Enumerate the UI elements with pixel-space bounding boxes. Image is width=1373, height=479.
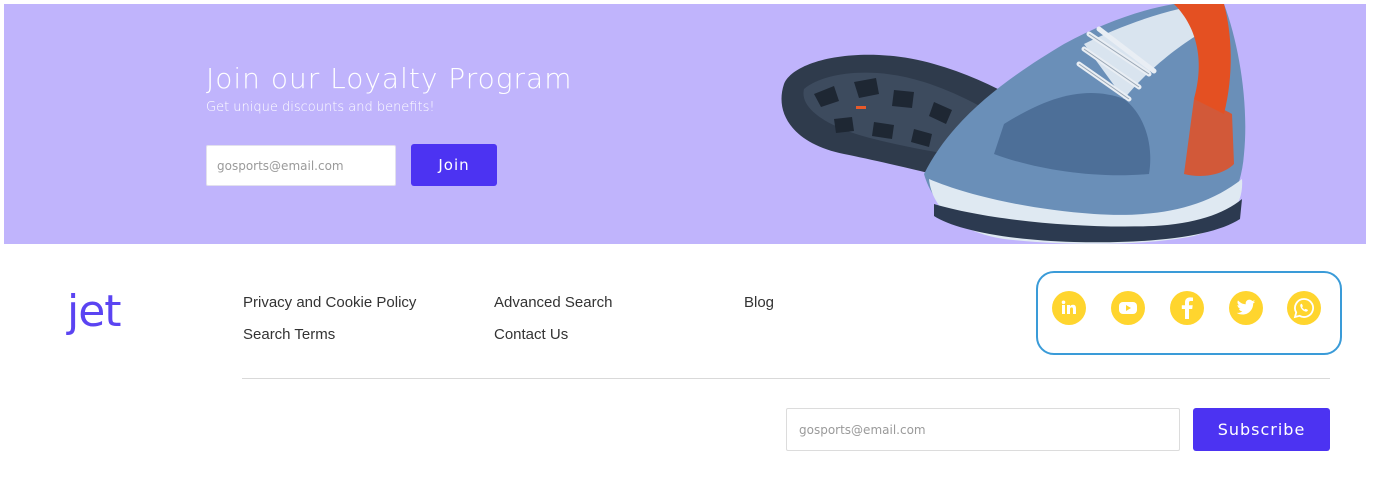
youtube-icon[interactable]	[1111, 291, 1145, 325]
shoe-upper	[924, 4, 1246, 244]
join-button[interactable]: Join	[411, 144, 497, 186]
whatsapp-icon[interactable]	[1287, 291, 1321, 325]
banner-title: Join our Loyalty Program	[206, 62, 573, 95]
privacy-policy-link[interactable]: Privacy and Cookie Policy	[243, 294, 416, 311]
blog-link[interactable]: Blog	[744, 294, 774, 311]
contact-us-link[interactable]: Contact Us	[494, 326, 568, 343]
facebook-icon[interactable]	[1170, 291, 1204, 325]
loyalty-banner: Join our Loyalty Program Get unique disc…	[4, 4, 1366, 244]
advanced-search-link[interactable]: Advanced Search	[494, 294, 612, 311]
jet-logo[interactable]: jet	[67, 290, 122, 334]
footer-divider	[242, 378, 1330, 379]
search-terms-link[interactable]: Search Terms	[243, 326, 335, 343]
shoe-image	[781, 4, 1246, 244]
banner-subtitle: Get unique discounts and benefits!	[206, 100, 435, 115]
subscribe-email-input[interactable]	[786, 408, 1180, 451]
subscribe-button[interactable]: Subscribe	[1193, 408, 1330, 451]
linkedin-icon[interactable]	[1052, 291, 1086, 325]
loyalty-email-input[interactable]	[206, 145, 396, 186]
twitter-icon[interactable]	[1229, 291, 1263, 325]
